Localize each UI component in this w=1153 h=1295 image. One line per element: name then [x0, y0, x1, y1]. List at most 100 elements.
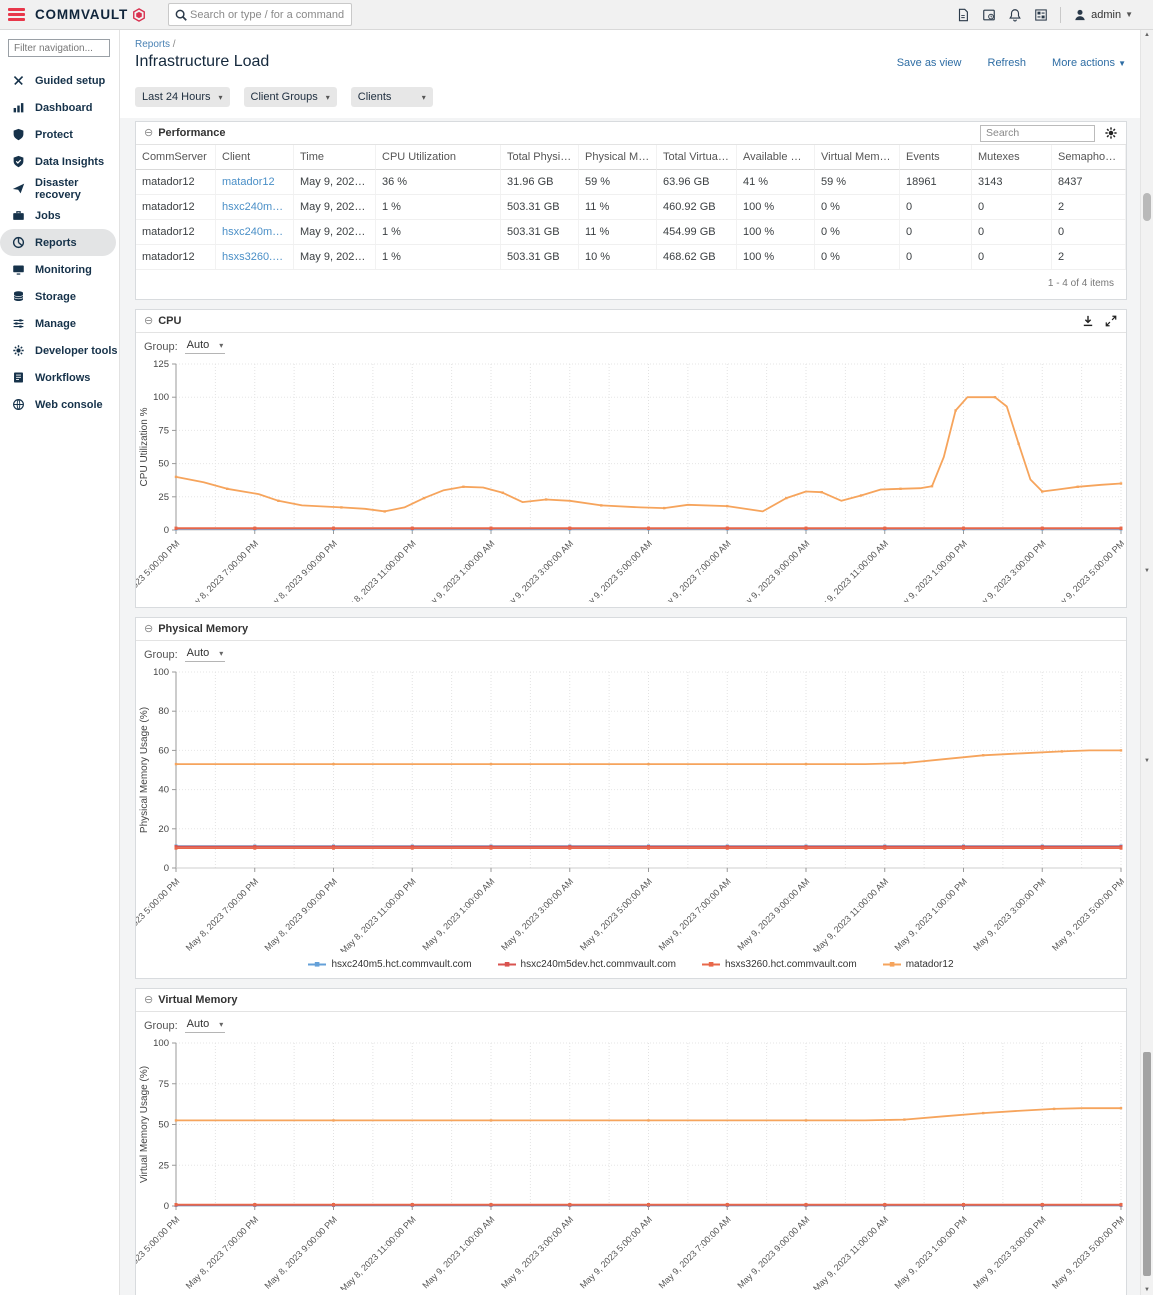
client-link[interactable]: matador12 — [216, 170, 294, 194]
column-header-available-virtua[interactable]: Available Virtua... — [737, 145, 815, 170]
table-cell: 0 % — [815, 245, 900, 269]
column-header-total-virtual-me[interactable]: Total Virtual Me... — [657, 145, 737, 170]
x-axis-label: May 8, 2023 5:00:00 PM — [136, 538, 181, 602]
export-download-icon[interactable] — [1081, 314, 1095, 328]
gear-icon[interactable] — [1104, 126, 1118, 140]
device-clock-icon[interactable] — [982, 8, 996, 22]
column-header-total-physical[interactable]: Total Physical ... — [501, 145, 579, 170]
table-cell: 3143 — [972, 170, 1052, 194]
sidebar-item-data-insights[interactable]: Data Insights — [0, 148, 119, 175]
svg-text:75: 75 — [158, 425, 169, 436]
save-as-view-button[interactable]: Save as view — [897, 57, 962, 69]
scrollbar-thumb[interactable] — [1143, 193, 1151, 221]
hamburger-menu-icon[interactable] — [8, 6, 25, 24]
client-link[interactable]: hsxc240m5dev... — [216, 220, 294, 244]
commvault-logo: COMMVAULT — [35, 7, 128, 22]
apps-grid-icon[interactable] — [1034, 8, 1048, 22]
legend-item-matador12[interactable]: matador12 — [883, 959, 954, 970]
paper-plane-icon — [12, 182, 26, 196]
sidebar-item-manage[interactable]: Manage — [0, 310, 119, 337]
scroll-up-arrow[interactable]: ▲ — [1141, 32, 1153, 38]
table-search-input[interactable] — [980, 125, 1095, 142]
svg-text:20: 20 — [158, 824, 169, 835]
table-row: matador12matador12May 9, 2023, 05:...36 … — [136, 170, 1126, 195]
scroll-down-arrow[interactable]: ▼ — [1141, 758, 1153, 764]
table-cell: 0 — [972, 245, 1052, 269]
group-by-select[interactable]: Auto▾ — [185, 339, 226, 354]
vertical-scrollbar[interactable]: ▲ ▼ ▼ ▼ — [1140, 30, 1153, 1295]
bell-icon[interactable] — [1008, 8, 1022, 22]
table-cell: matador12 — [136, 195, 216, 219]
user-menu[interactable]: admin ▼ — [1073, 8, 1133, 22]
command-search-box[interactable] — [168, 3, 352, 26]
x-axis-label: May 8, 2023 5:00:00 PM — [136, 1214, 181, 1290]
sidebar-item-developer-tools[interactable]: Developer tools — [0, 337, 119, 364]
x-axis-label: May 9, 2023 3:00:00 PM — [971, 1214, 1047, 1290]
collapse-icon[interactable]: ⊖ — [144, 995, 153, 1006]
column-header-mutexes[interactable]: Mutexes — [972, 145, 1052, 170]
client-link[interactable]: hsxs3260.hct.co... — [216, 245, 294, 269]
column-header-physical-memo[interactable]: Physical Memo... — [579, 145, 657, 170]
expand-icon[interactable] — [1104, 314, 1118, 328]
group-by-select[interactable]: Auto▾ — [185, 1018, 226, 1033]
scrollbar-thumb[interactable] — [1143, 1052, 1151, 1276]
legend-item-hsxc240m5dev-hct-commvault-com[interactable]: hsxc240m5dev.hct.commvault.com — [498, 959, 676, 970]
more-actions-button[interactable]: More actions ▼ — [1052, 57, 1126, 69]
collapse-icon[interactable]: ⊖ — [144, 624, 153, 635]
refresh-button[interactable]: Refresh — [988, 57, 1027, 69]
monitor-icon — [12, 263, 26, 277]
table-cell: 18961 — [900, 170, 972, 194]
sliders-icon — [12, 317, 26, 331]
column-header-client[interactable]: Client — [216, 145, 294, 170]
sidebar-item-web-console[interactable]: Web console — [0, 391, 119, 418]
table-cell: May 9, 2023, 05:... — [294, 245, 376, 269]
group-label: Group: — [144, 1020, 178, 1032]
sidebar-item-monitoring[interactable]: Monitoring — [0, 256, 119, 283]
divider — [1060, 7, 1061, 23]
x-axis-label: May 8, 2023 9:00:00 PM — [263, 538, 339, 602]
column-header-commserver[interactable]: CommServer — [136, 145, 216, 170]
column-header-virtual-memory[interactable]: Virtual Memory ... — [815, 145, 900, 170]
group-by-select[interactable]: Auto▾ — [185, 647, 226, 662]
workflow-icon — [12, 371, 26, 385]
filter-chip-clients[interactable]: Clients▾ — [351, 87, 433, 107]
sidebar-item-jobs[interactable]: Jobs — [0, 202, 119, 229]
pie-chart-icon — [12, 236, 26, 250]
client-link[interactable]: hsxc240m5.hct... — [216, 195, 294, 219]
filter-chip-last-24-hours[interactable]: Last 24 Hours▾ — [135, 87, 230, 107]
table-cell: 100 % — [737, 220, 815, 244]
table-cell: 31.96 GB — [501, 170, 579, 194]
collapse-icon[interactable]: ⊖ — [144, 128, 153, 139]
table-cell: 63.96 GB — [657, 170, 737, 194]
column-header-semaphores[interactable]: Semaphores — [1052, 145, 1126, 170]
collapse-icon[interactable]: ⊖ — [144, 316, 153, 327]
legend-item-hsxs3260-hct-commvault-com[interactable]: hsxs3260.hct.commvault.com — [702, 959, 857, 970]
column-header-time[interactable]: Time — [294, 145, 376, 170]
sidebar-item-reports[interactable]: Reports — [0, 229, 116, 256]
sidebar-item-guided-setup[interactable]: Guided setup — [0, 67, 119, 94]
table-cell: 11 % — [579, 195, 657, 219]
caret-down-icon: ▾ — [219, 341, 223, 350]
command-search-input[interactable] — [188, 8, 346, 22]
table-cell: 0 % — [815, 195, 900, 219]
breadcrumb-reports-link[interactable]: Reports — [135, 39, 170, 50]
sidebar-item-protect[interactable]: Protect — [0, 121, 119, 148]
sidebar-item-disaster-recovery[interactable]: Disaster recovery — [0, 175, 119, 202]
filter-navigation-input[interactable] — [8, 39, 110, 57]
column-header-events[interactable]: Events — [900, 145, 972, 170]
x-axis-label: May 9, 2023 3:00:00 PM — [971, 876, 1047, 952]
column-header-cpu-utilization[interactable]: CPU Utilization — [376, 145, 501, 170]
svg-text:80: 80 — [158, 706, 169, 717]
sidebar-item-dashboard[interactable]: Dashboard — [0, 94, 119, 121]
scroll-down-arrow[interactable]: ▼ — [1141, 1287, 1153, 1293]
file-report-icon[interactable] — [956, 8, 970, 22]
shield-check-icon — [12, 155, 26, 169]
x-axis-label: May 9, 2023 9:00:00 AM — [735, 876, 811, 952]
sidebar-item-workflows[interactable]: Workflows — [0, 364, 119, 391]
filter-chip-client-groups[interactable]: Client Groups▾ — [244, 87, 337, 107]
legend-item-hsxc240m5-hct-commvault-com[interactable]: hsxc240m5.hct.commvault.com — [308, 959, 471, 970]
scroll-down-arrow[interactable]: ▼ — [1141, 568, 1153, 574]
table-cell: 36 % — [376, 170, 501, 194]
sidebar-item-storage[interactable]: Storage — [0, 283, 119, 310]
x-axis-label: May 9, 2023 7:00:00 AM — [657, 1214, 733, 1290]
